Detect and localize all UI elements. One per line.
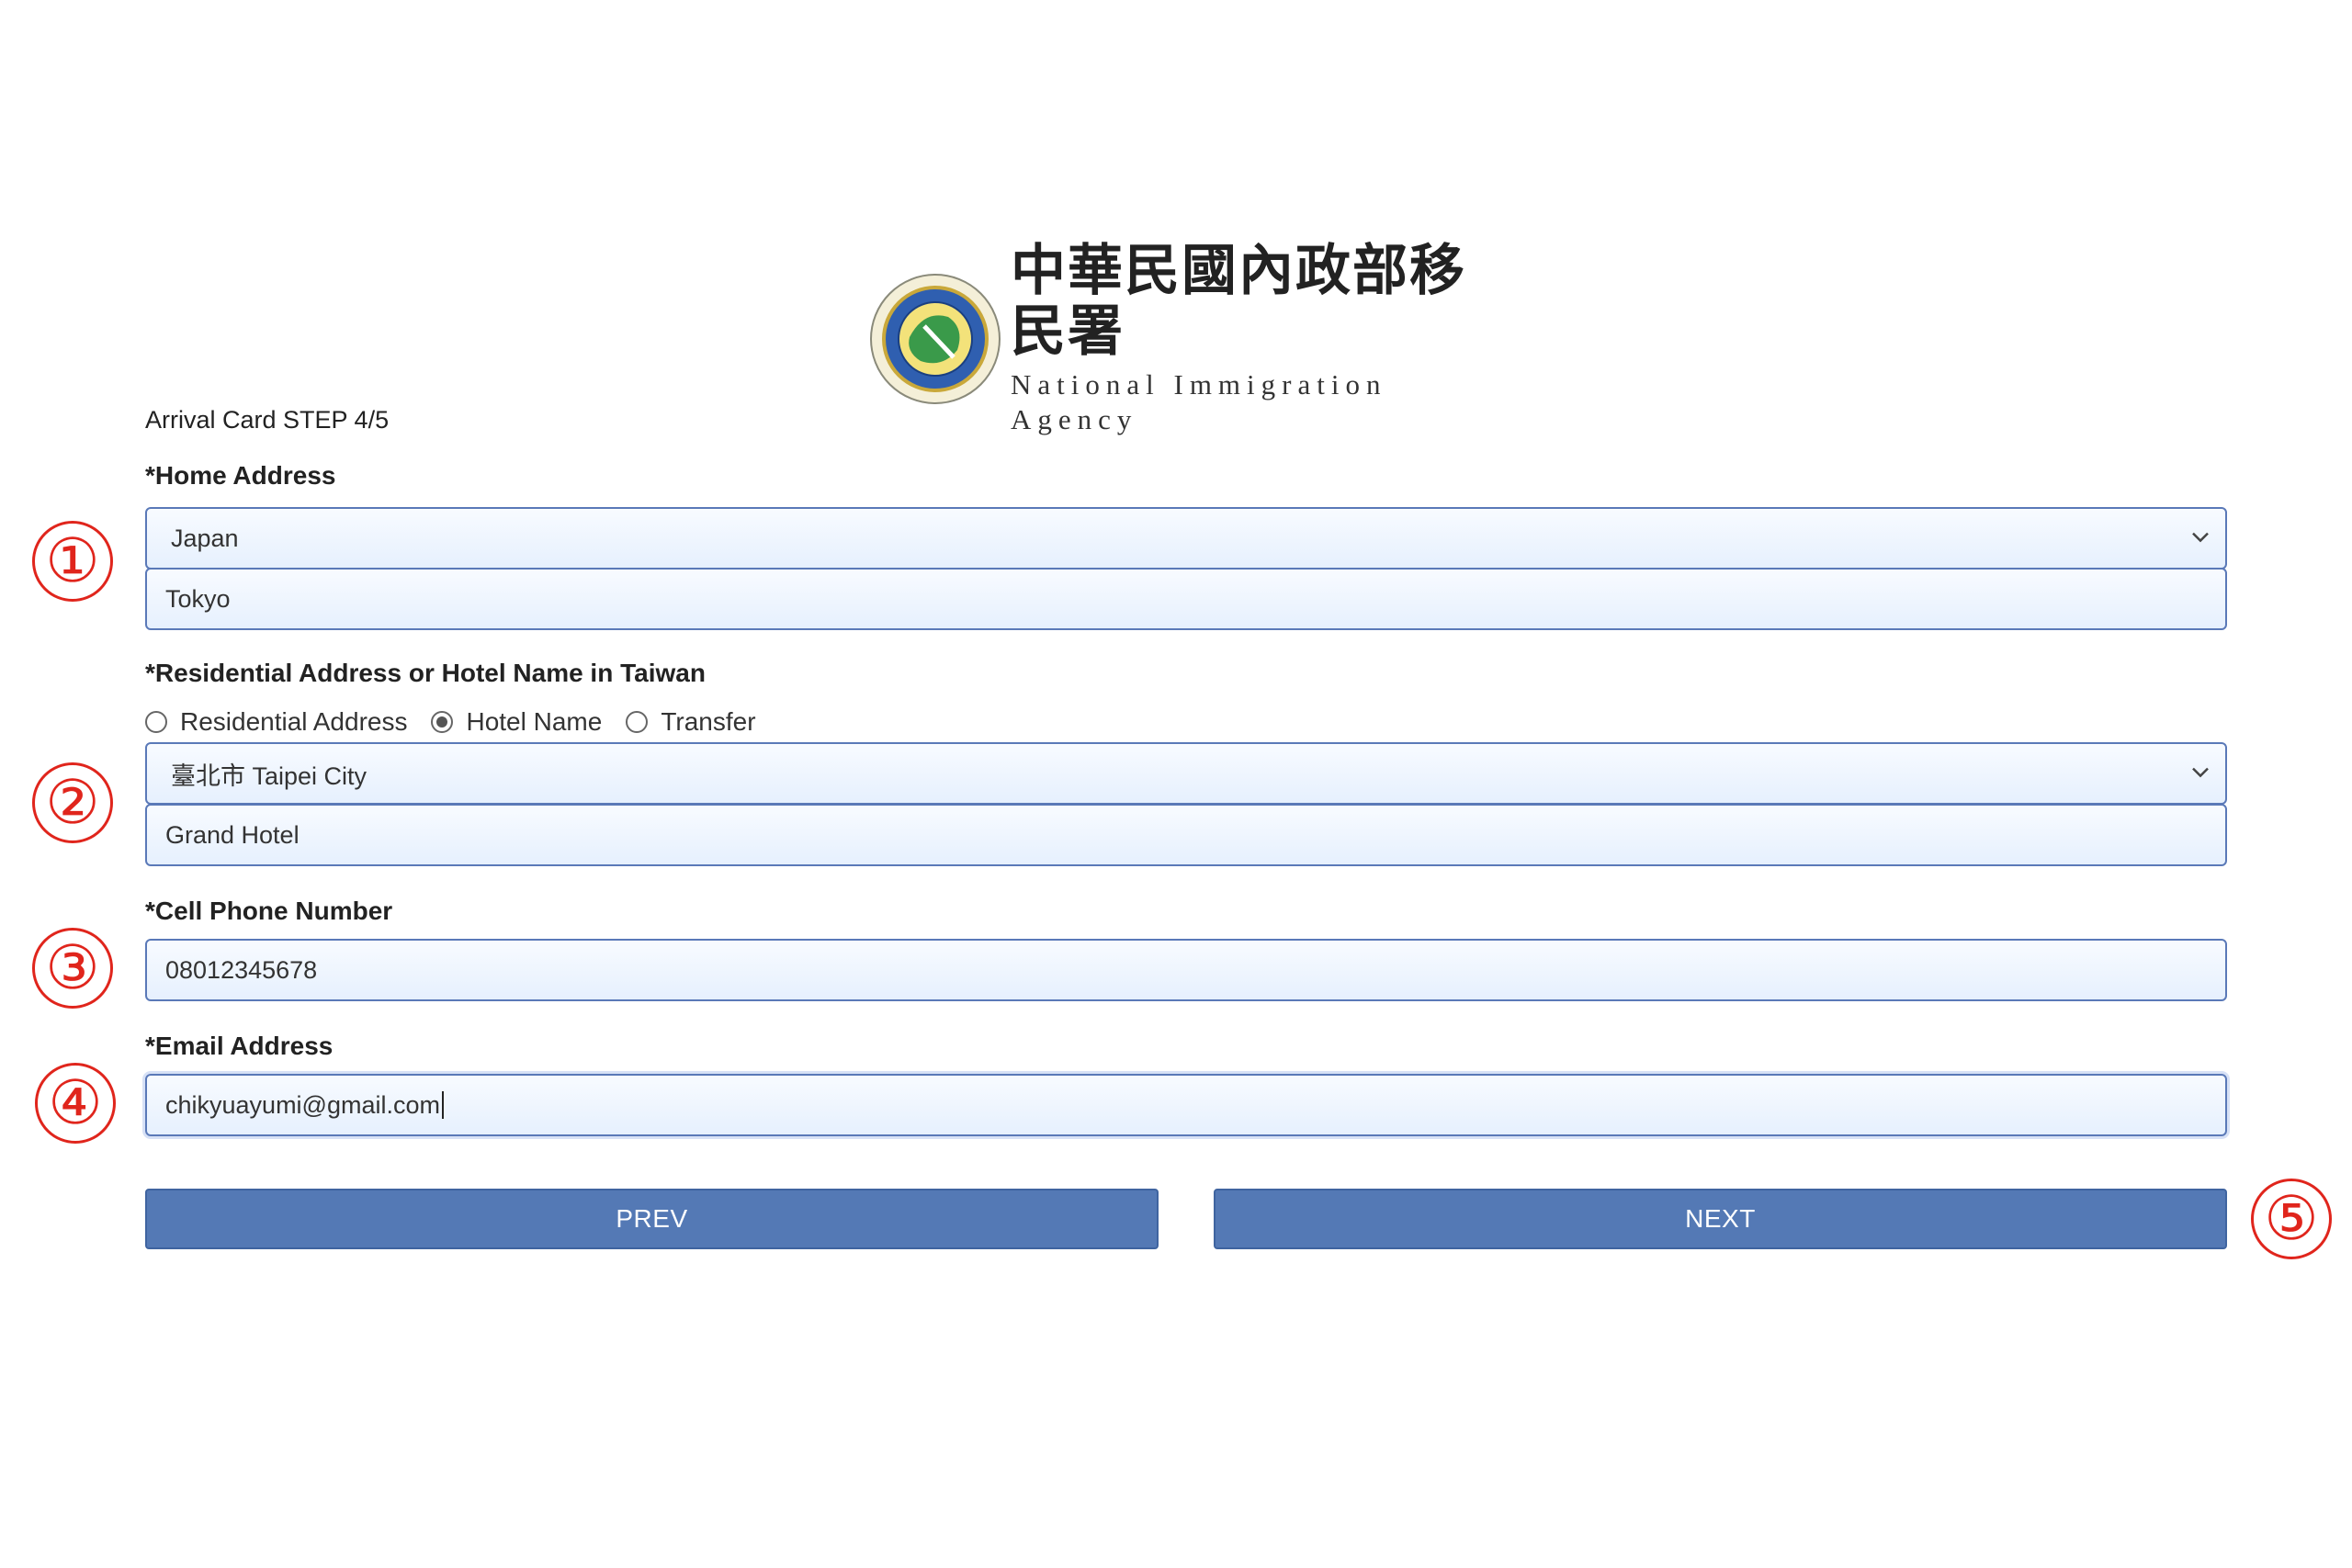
phone-label: *Cell Phone Number bbox=[145, 897, 393, 925]
agency-emblem-icon bbox=[870, 274, 1001, 404]
chevron-down-icon bbox=[2192, 532, 2209, 543]
hotel-name-input[interactable]: Grand Hotel bbox=[145, 804, 2227, 866]
annotation-marker-4: ④ bbox=[35, 1063, 116, 1144]
radio-label: Hotel Name bbox=[466, 707, 603, 736]
phone-value: 08012345678 bbox=[165, 955, 318, 984]
radio-label: Residential Address bbox=[180, 707, 408, 736]
home-address-label: *Home Address bbox=[145, 461, 336, 490]
phone-input[interactable]: 08012345678 bbox=[145, 939, 2227, 1001]
email-label: *Email Address bbox=[145, 1032, 334, 1060]
agency-logo: 中華民國內政部移民署 National Immigration Agency bbox=[869, 241, 1503, 435]
chevron-down-icon bbox=[2192, 767, 2209, 778]
step-indicator: Arrival Card STEP 4/5 bbox=[145, 406, 390, 434]
annotation-marker-1: ① bbox=[32, 521, 113, 602]
address-type-radio-group: Residential Address Hotel Name Transfer bbox=[145, 705, 780, 739]
radio-button-checked[interactable] bbox=[431, 711, 454, 733]
radio-button[interactable] bbox=[626, 711, 649, 733]
annotation-marker-3: ③ bbox=[32, 928, 113, 1009]
next-button[interactable]: NEXT bbox=[1214, 1189, 2227, 1249]
email-value: chikyuayumi@gmail.com bbox=[165, 1090, 440, 1119]
radio-residential-address[interactable]: Residential Address bbox=[145, 707, 407, 737]
prev-button[interactable]: PREV bbox=[145, 1189, 1159, 1249]
home-country-value: Japan bbox=[171, 524, 239, 552]
taiwan-city-select[interactable]: 臺北市 Taipei City bbox=[145, 742, 2227, 805]
annotation-marker-2: ② bbox=[32, 762, 113, 843]
agency-name-chinese: 中華民國內政部移民署 bbox=[1011, 239, 1466, 364]
home-country-select[interactable]: Japan bbox=[145, 507, 2227, 570]
annotation-marker-5: ⑤ bbox=[2251, 1179, 2332, 1259]
radio-hotel-name[interactable]: Hotel Name bbox=[431, 707, 602, 737]
home-city-value: Tokyo bbox=[165, 584, 231, 613]
radio-button[interactable] bbox=[145, 711, 167, 733]
text-cursor bbox=[442, 1091, 444, 1119]
taiwan-address-label: *Residential Address or Hotel Name in Ta… bbox=[145, 659, 706, 687]
agency-name-english: National Immigration Agency bbox=[1011, 368, 1387, 435]
hotel-name-value: Grand Hotel bbox=[165, 820, 300, 849]
radio-label: Transfer bbox=[661, 707, 756, 736]
home-city-input[interactable]: Tokyo bbox=[145, 568, 2227, 630]
email-input[interactable]: chikyuayumi@gmail.com bbox=[145, 1074, 2227, 1136]
taiwan-city-value: 臺北市 Taipei City bbox=[171, 761, 368, 790]
radio-transfer[interactable]: Transfer bbox=[626, 707, 756, 737]
